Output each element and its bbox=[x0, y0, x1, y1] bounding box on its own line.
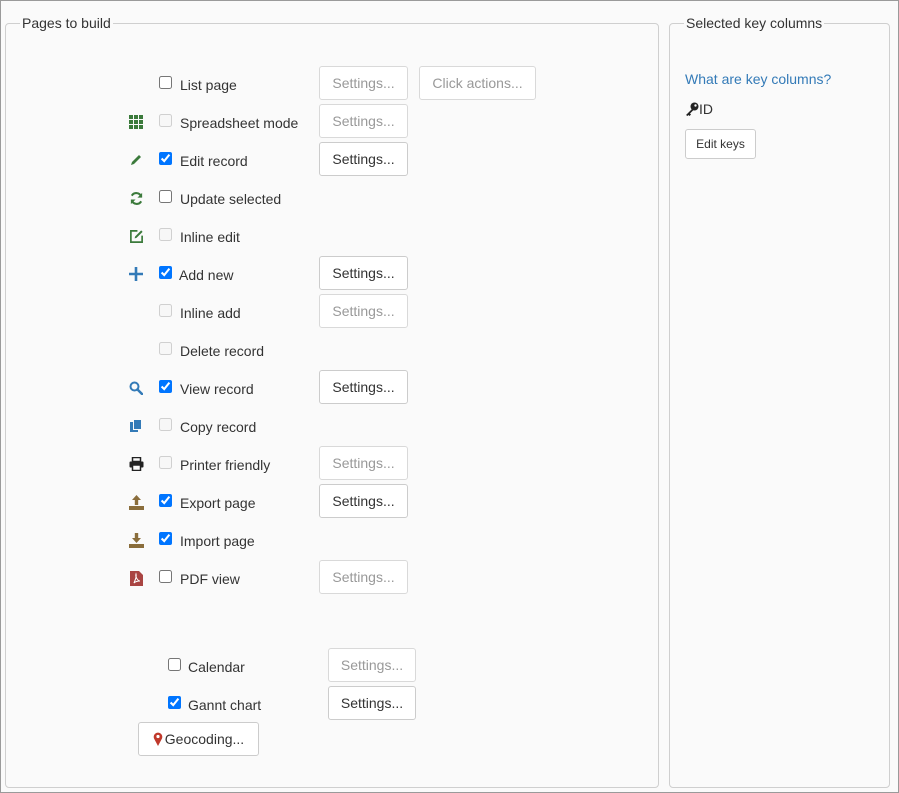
list-page-click-actions-button[interactable]: Click actions... bbox=[419, 66, 536, 100]
view-record-settings-button[interactable]: Settings... bbox=[319, 370, 408, 404]
edit-record-label: Edit record bbox=[180, 153, 248, 169]
edit-record-checkbox[interactable] bbox=[159, 152, 172, 165]
import-icon bbox=[128, 532, 144, 548]
delete-record-checkbox[interactable] bbox=[159, 342, 172, 355]
pages-to-build-panel: Pages to build List page Settings... Cli… bbox=[5, 15, 659, 788]
pdf-view-label: PDF view bbox=[180, 571, 240, 587]
inline-add-settings-button[interactable]: Settings... bbox=[319, 294, 408, 328]
inline-add-checkbox[interactable] bbox=[159, 304, 172, 317]
import-page-label: Import page bbox=[180, 533, 255, 549]
inline-edit-label: Inline edit bbox=[180, 229, 240, 245]
list-page-label: List page bbox=[180, 77, 237, 93]
calendar-settings-button[interactable]: Settings... bbox=[328, 648, 416, 682]
geocoding-button[interactable]: Geocoding... bbox=[138, 722, 259, 756]
import-page-checkbox[interactable] bbox=[159, 532, 172, 545]
map-marker-icon bbox=[153, 732, 163, 746]
search-icon bbox=[128, 380, 144, 396]
copy-record-checkbox[interactable] bbox=[159, 418, 172, 431]
key-icon bbox=[685, 102, 699, 116]
printer-friendly-checkbox[interactable] bbox=[159, 456, 172, 469]
plus-icon bbox=[128, 266, 144, 282]
gannt-chart-label: Gannt chart bbox=[188, 697, 262, 713]
printer-icon bbox=[128, 456, 144, 472]
export-icon bbox=[128, 494, 144, 510]
grid-icon bbox=[128, 114, 144, 130]
app-frame: Pages to build List page Settings... Cli… bbox=[0, 0, 899, 793]
export-page-settings-button[interactable]: Settings... bbox=[319, 484, 408, 518]
view-record-checkbox[interactable] bbox=[159, 380, 172, 393]
edit-keys-button[interactable]: Edit keys bbox=[685, 129, 756, 159]
list-page-checkbox[interactable] bbox=[159, 76, 172, 89]
update-selected-label: Update selected bbox=[180, 191, 282, 207]
delete-record-label: Delete record bbox=[180, 343, 265, 359]
selected-key-columns-panel: Selected key columns What are key column… bbox=[669, 15, 890, 788]
pdf-view-checkbox[interactable] bbox=[159, 570, 172, 583]
spreadsheet-mode-label: Spreadsheet mode bbox=[180, 115, 299, 131]
edit-box-icon bbox=[128, 228, 144, 244]
export-page-checkbox[interactable] bbox=[159, 494, 172, 507]
inline-add-label: Inline add bbox=[180, 305, 241, 321]
what-are-key-columns-link[interactable]: What are key columns? bbox=[685, 71, 831, 87]
pencil-icon bbox=[128, 152, 144, 168]
add-new-label: Add new bbox=[179, 267, 234, 283]
export-page-label: Export page bbox=[180, 495, 256, 511]
calendar-label: Calendar bbox=[188, 659, 245, 675]
printer-friendly-settings-button[interactable]: Settings... bbox=[319, 446, 408, 480]
gannt-chart-settings-button[interactable]: Settings... bbox=[328, 686, 416, 720]
spreadsheet-mode-checkbox[interactable] bbox=[159, 114, 172, 127]
spreadsheet-mode-settings-button[interactable]: Settings... bbox=[319, 104, 408, 138]
pages-to-build-legend: Pages to build bbox=[22, 15, 111, 31]
refresh-icon bbox=[128, 190, 144, 206]
selected-key-columns-legend: Selected key columns bbox=[686, 15, 823, 31]
copy-icon bbox=[128, 418, 144, 434]
update-selected-checkbox[interactable] bbox=[159, 190, 172, 203]
gannt-chart-checkbox[interactable] bbox=[168, 696, 181, 709]
inline-edit-checkbox[interactable] bbox=[159, 228, 172, 241]
add-new-checkbox[interactable] bbox=[159, 266, 172, 279]
add-new-settings-button[interactable]: Settings... bbox=[319, 256, 408, 290]
calendar-checkbox[interactable] bbox=[168, 658, 181, 671]
list-page-settings-button[interactable]: Settings... bbox=[319, 66, 408, 100]
key-column-entry: ID bbox=[685, 101, 713, 117]
printer-friendly-label: Printer friendly bbox=[180, 457, 271, 473]
pdf-view-settings-button[interactable]: Settings... bbox=[319, 560, 408, 594]
key-column-name: ID bbox=[699, 101, 713, 117]
view-record-label: View record bbox=[180, 381, 254, 397]
geocoding-label: Geocoding... bbox=[164, 731, 245, 747]
copy-record-label: Copy record bbox=[180, 419, 257, 435]
edit-record-settings-button[interactable]: Settings... bbox=[319, 142, 408, 176]
pdf-icon bbox=[128, 570, 144, 586]
